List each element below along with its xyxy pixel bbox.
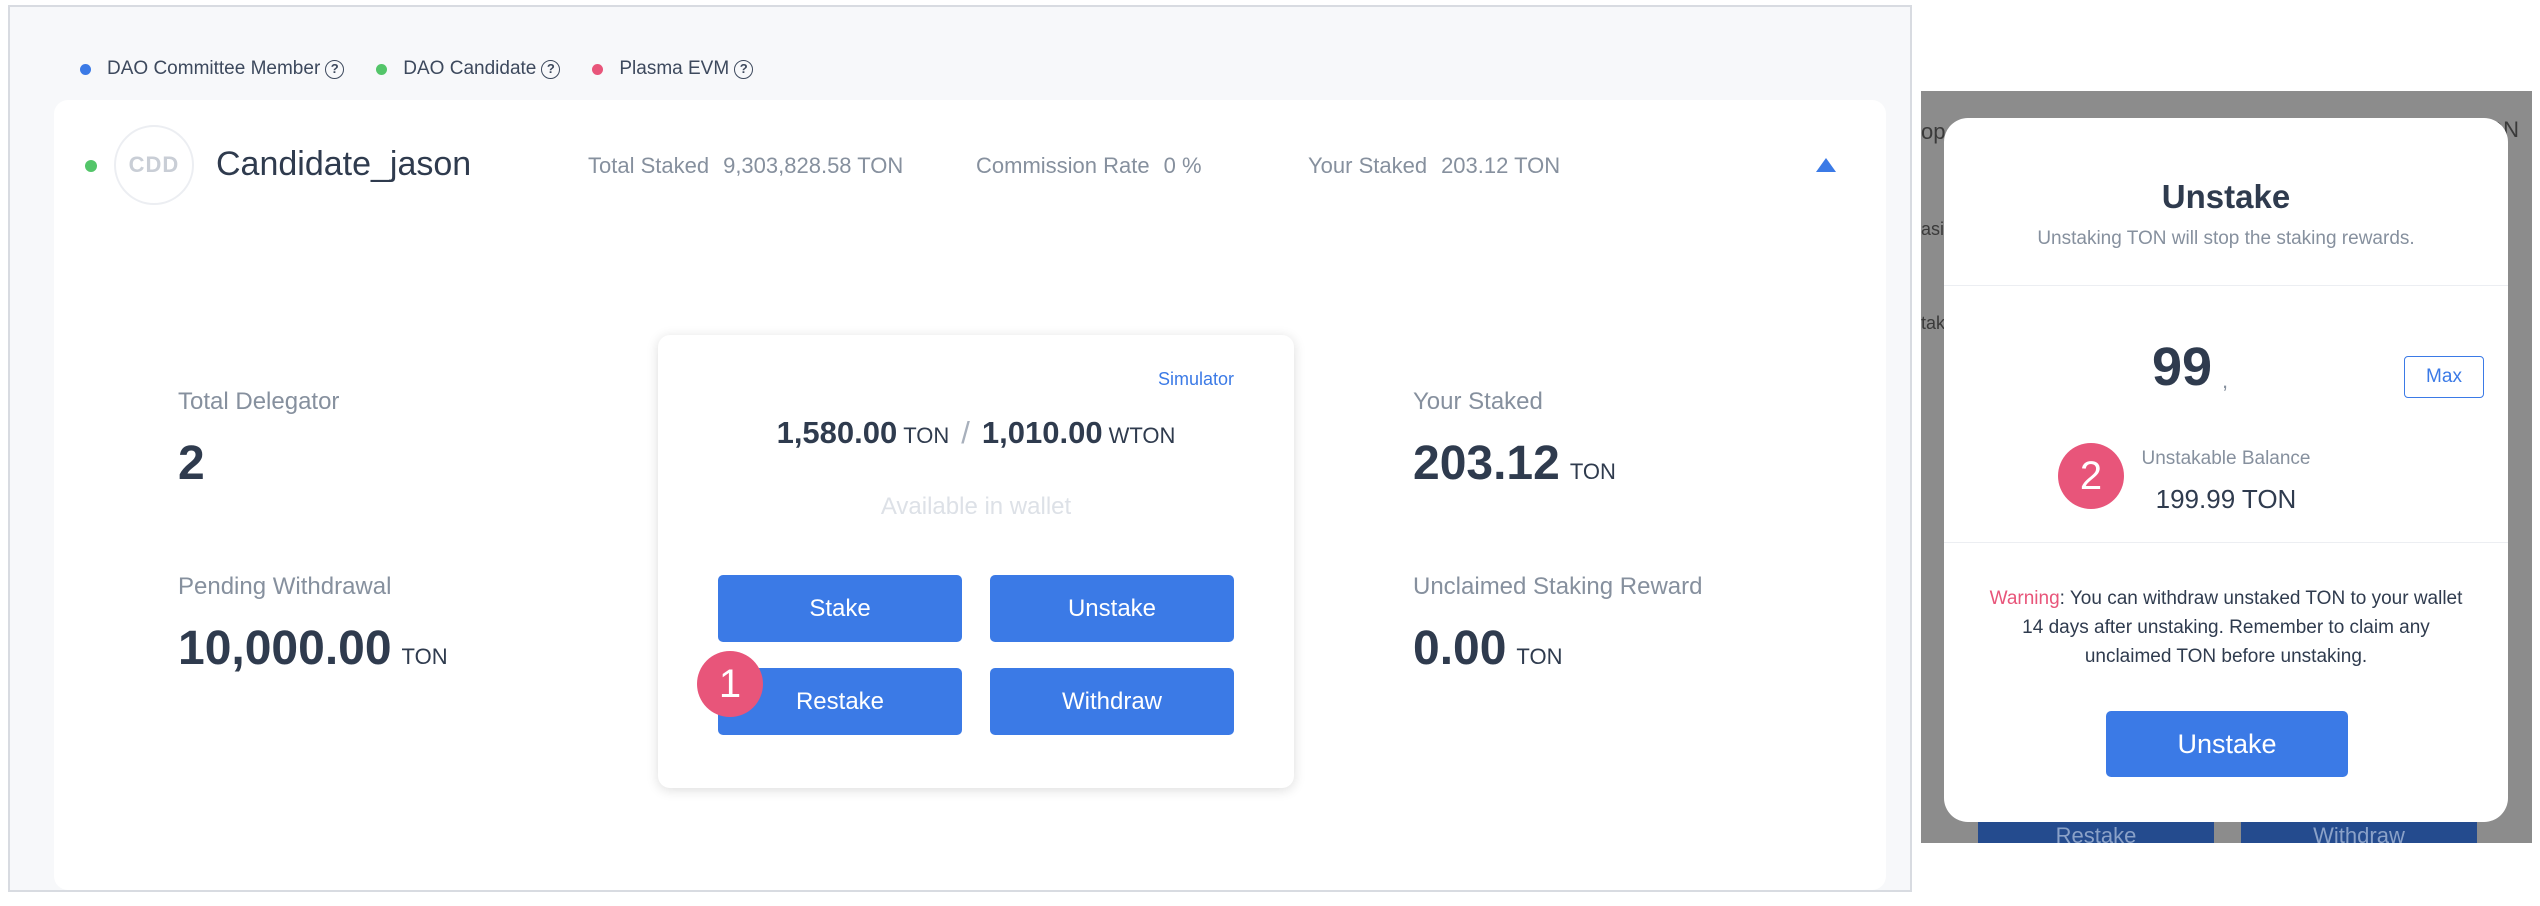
ton-balance: 1,580.00 bbox=[776, 415, 898, 450]
pending-withdrawal-stat: Pending Withdrawal 10,000.00 TON bbox=[178, 573, 448, 676]
help-icon[interactable]: ? bbox=[541, 59, 561, 79]
unclaimed-reward-stat: Unclaimed Staking Reward 0.00 TON bbox=[1413, 573, 1702, 676]
avatar: CDD bbox=[114, 125, 194, 205]
collapse-arrow-icon[interactable] bbox=[1816, 158, 1836, 172]
stat-value: 2 bbox=[178, 437, 205, 490]
total-delegator-stat: Total Delegator 2 bbox=[178, 388, 339, 491]
stat-number: 10,000.00 bbox=[178, 622, 392, 675]
divider bbox=[1944, 542, 2508, 543]
stat-label: Total Delegator bbox=[178, 388, 340, 415]
candidate-status-dot bbox=[85, 160, 97, 172]
available-in-wallet-label: Available in wallet bbox=[880, 493, 1072, 520]
withdraw-button[interactable]: Withdraw bbox=[990, 668, 1234, 735]
legend-dot bbox=[80, 63, 91, 75]
unstake-button[interactable]: Unstake bbox=[990, 575, 1234, 642]
warning-body: : You can withdraw unstaked TON to your … bbox=[2022, 588, 2463, 667]
step-badge-1: 1 bbox=[697, 651, 763, 717]
warning-message: Warning: You can withdraw unstaked TON t… bbox=[1984, 584, 2468, 671]
wton-balance: 1,010.00 bbox=[981, 415, 1103, 450]
legend-item-dao-candidate: DAO Candidate ? bbox=[376, 58, 561, 80]
stat-label: Unclaimed Staking Reward bbox=[1413, 573, 1703, 600]
stat-value: 0.00 TON bbox=[1413, 621, 1702, 676]
legend-label: DAO Candidate bbox=[403, 58, 537, 79]
divider bbox=[1944, 285, 2508, 286]
your-staked-stat: Your Staked 203.12 TON bbox=[1413, 388, 1616, 491]
stat-value: 10,000.00 TON bbox=[178, 621, 448, 676]
header-commission-label: Commission Rate bbox=[976, 153, 1150, 178]
confirm-unstake-button[interactable]: Unstake bbox=[2106, 711, 2348, 777]
candidate-header[interactable]: CDD Candidate_jason Total Staked 9,303,82… bbox=[54, 100, 1886, 240]
step-badge-2: 2 bbox=[2058, 443, 2124, 509]
max-button[interactable]: Max bbox=[2404, 356, 2484, 398]
background-text-fragment: op bbox=[1921, 119, 1946, 144]
header-total-staked-label: Total Staked bbox=[588, 153, 710, 178]
header-your-staked: Your Staked 203.12 TON bbox=[1308, 153, 1560, 179]
header-your-staked-value: 203.12 TON bbox=[1441, 153, 1561, 178]
help-icon[interactable]: ? bbox=[325, 59, 345, 79]
stat-label: Your Staked bbox=[1413, 388, 1543, 415]
unstakable-balance-value: 199.99 TON bbox=[2155, 484, 2297, 514]
help-icon[interactable]: ? bbox=[734, 59, 754, 79]
stat-unit: TON bbox=[1516, 644, 1563, 669]
unstakable-balance-label: Unstakable Balance bbox=[2141, 448, 2311, 469]
wton-unit: WTON bbox=[1108, 423, 1176, 448]
simulator-link[interactable]: Simulator bbox=[1158, 369, 1234, 390]
candidate-card: CDD Candidate_jason Total Staked 9,303,82… bbox=[54, 100, 1886, 890]
candidate-name: Candidate_jason bbox=[216, 145, 472, 183]
stat-value: 203.12 TON bbox=[1413, 436, 1616, 491]
stat-unit: TON bbox=[1569, 459, 1616, 484]
unstake-modal: Unstake Unstaking TON will stop the stak… bbox=[1944, 118, 2508, 822]
unstake-amount-input[interactable]: 99 bbox=[2152, 336, 2212, 398]
legend-dot bbox=[592, 63, 604, 75]
background-text-fragment: asi bbox=[1921, 219, 1945, 239]
stat-label: Pending Withdrawal bbox=[178, 573, 392, 600]
amount-caret: , bbox=[2222, 368, 2229, 393]
wallet-balance: 1,580.00 TON / 1,010.00 WTON bbox=[658, 415, 1294, 451]
header-commission-value: 0 % bbox=[1163, 153, 1202, 178]
legend: DAO Committee Member ? DAO Candidate ? P… bbox=[80, 55, 785, 83]
legend-dot bbox=[376, 63, 388, 75]
legend-item-plasma-evm: Plasma EVM ? bbox=[592, 58, 754, 80]
modal-subtitle: Unstaking TON will stop the staking rewa… bbox=[2037, 228, 2415, 249]
action-card: Simulator 1,580.00 TON / 1,010.00 WTON Avail… bbox=[658, 335, 1294, 788]
header-total-staked-value: 9,303,828.58 TON bbox=[723, 153, 904, 178]
header-commission-rate: Commission Rate 0 % bbox=[976, 153, 1202, 179]
background-text-fragment: tak bbox=[1921, 313, 1946, 333]
stat-number: 203.12 bbox=[1413, 437, 1560, 490]
stat-number: 0.00 bbox=[1413, 622, 1507, 675]
legend-label: Plasma EVM bbox=[619, 58, 730, 79]
stake-button[interactable]: Stake bbox=[718, 575, 962, 642]
header-your-staked-label: Your Staked bbox=[1308, 153, 1428, 178]
stat-unit: TON bbox=[401, 644, 448, 669]
header-total-staked: Total Staked 9,303,828.58 TON bbox=[588, 153, 903, 179]
staking-panel: DAO Committee Member ? DAO Candidate ? P… bbox=[8, 5, 1912, 892]
balance-separator: / bbox=[961, 415, 970, 450]
modal-title: Unstake bbox=[2161, 178, 2291, 215]
legend-label: DAO Committee Member bbox=[107, 58, 321, 79]
legend-item-dao-committee: DAO Committee Member ? bbox=[80, 58, 345, 80]
ton-unit: TON bbox=[903, 423, 950, 448]
warning-prefix: Warning bbox=[1989, 588, 2060, 609]
